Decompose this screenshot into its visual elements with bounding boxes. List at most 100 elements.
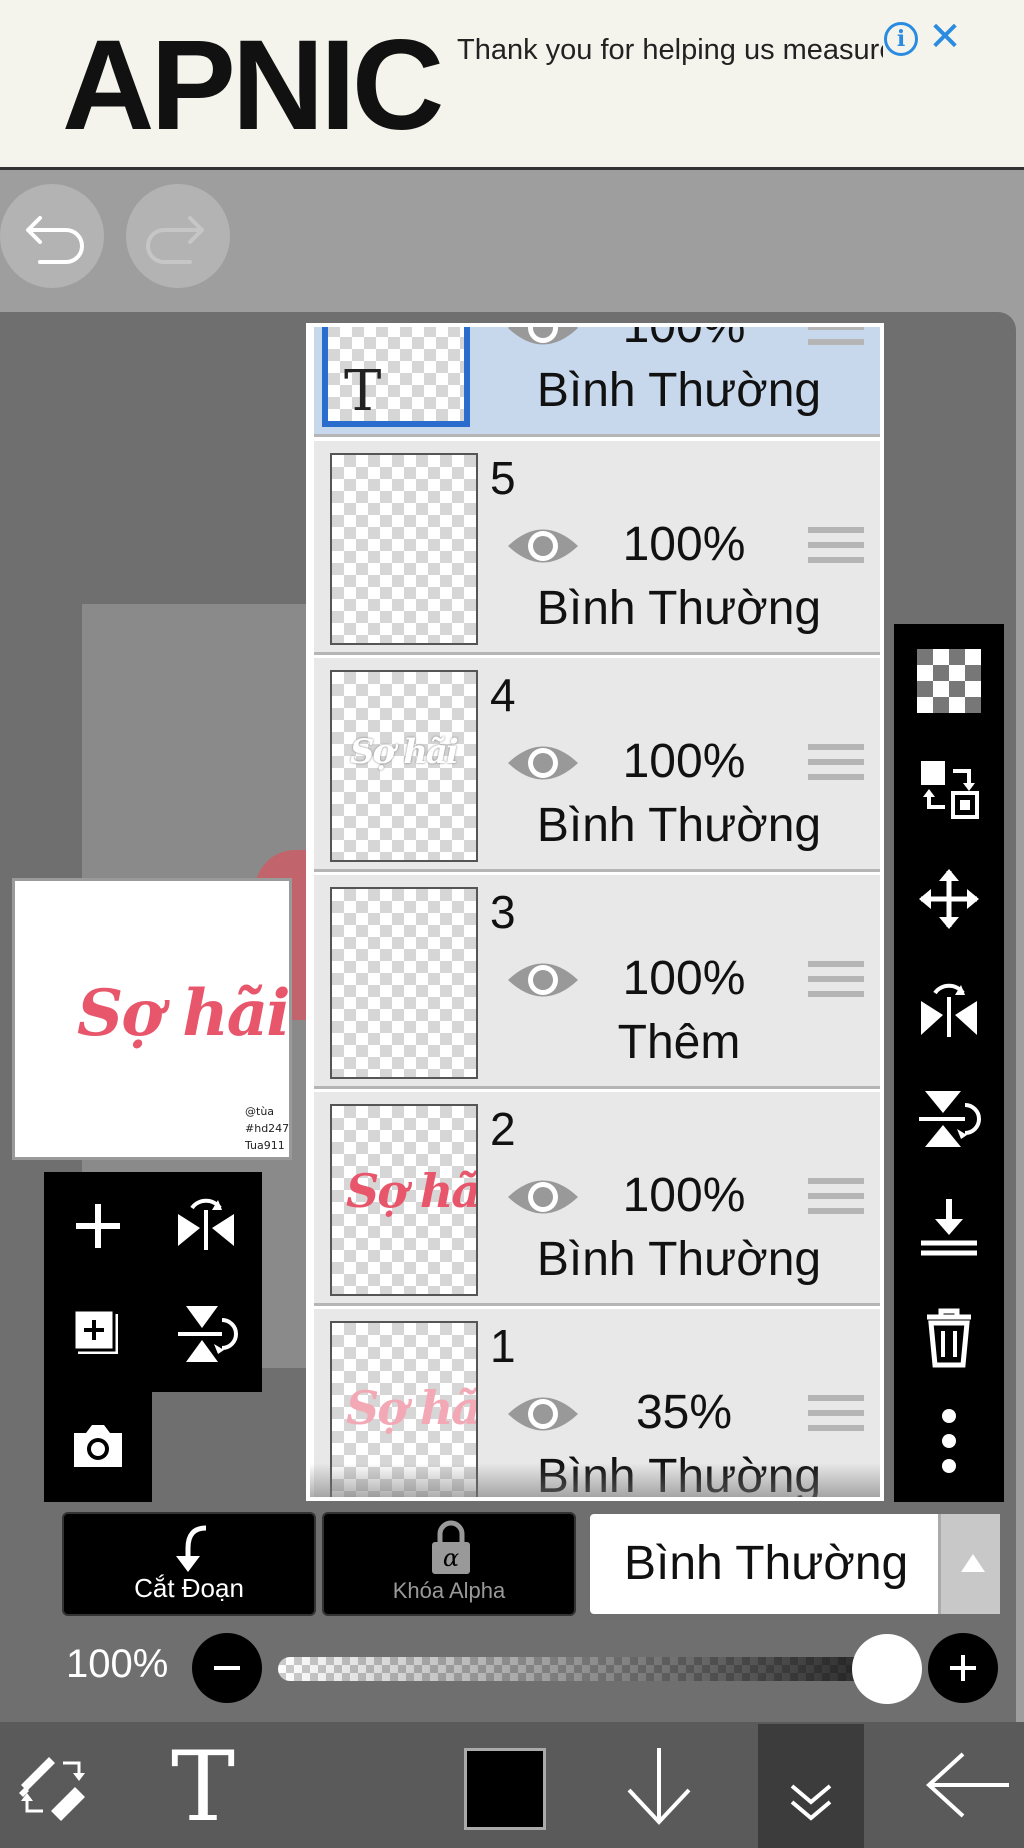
eye-icon[interactable] [504, 955, 582, 1005]
camera-button[interactable] [52, 1400, 144, 1492]
transparency-button[interactable] [912, 644, 986, 718]
redo-icon [146, 216, 204, 264]
layer-thumbnail: Sợ hãi [330, 1104, 478, 1296]
chevron-up-icon[interactable] [938, 1514, 1000, 1614]
layer-blend-mode: Bình Thường [536, 582, 822, 635]
undo-button[interactable] [0, 184, 104, 288]
eye-icon[interactable] [504, 738, 582, 788]
layer-opacity: 100% [622, 735, 746, 788]
plus-icon [950, 1655, 976, 1681]
preview-tag: @tùa [245, 1105, 275, 1118]
layer-row[interactable]: 5 100% Bình Thường [314, 441, 880, 655]
preview-tag: #hd247 [245, 1122, 290, 1135]
info-icon[interactable]: i [884, 22, 918, 56]
opacity-slider[interactable] [278, 1657, 918, 1681]
preview-tag: Tua911 [245, 1139, 285, 1152]
chevron-double-down-icon [790, 1784, 832, 1821]
layer-row[interactable]: T 100% Bình Thường [314, 323, 880, 437]
text-tool-button[interactable]: T [158, 1722, 248, 1848]
checkerboard-icon [917, 649, 981, 713]
layer-thumbnail [330, 453, 478, 645]
add-layer-copy-button[interactable] [52, 1288, 144, 1380]
layer-row[interactable]: Sợ hãi 2 100% Bình Thường [314, 1092, 880, 1306]
layer-opacity: 100% [622, 323, 746, 353]
move-button[interactable] [912, 862, 986, 936]
layers-panel[interactable]: T 100% Bình Thường 5 100% Bình Thường Sợ… [306, 323, 884, 1501]
flip-horizontal-button[interactable] [160, 1180, 252, 1272]
alpha-lock-label: Khóa Alpha [392, 1578, 506, 1603]
blend-mode-select[interactable]: Bình Thường [590, 1514, 1000, 1614]
collapse-button[interactable] [758, 1724, 864, 1848]
drag-handle-icon[interactable] [808, 744, 864, 786]
drag-handle-icon[interactable] [808, 527, 864, 569]
alpha-lock-button[interactable]: α Khóa Alpha [322, 1512, 576, 1616]
redo-button[interactable] [126, 184, 230, 288]
svg-text:T: T [171, 1740, 235, 1830]
text-layer-glyph: T [344, 359, 382, 424]
more-vertical-icon [942, 1409, 956, 1473]
layer-blend-mode: Thêm [617, 1016, 741, 1069]
trash-icon [927, 1308, 971, 1368]
camera-icon [74, 1425, 122, 1467]
thumbnail-artwork: Sợ hãi [346, 1164, 478, 1218]
add-layer-button[interactable] [52, 1180, 144, 1272]
layer-row[interactable]: Sợ hãi 4 100% Bình Thường [314, 658, 880, 872]
color-swatch[interactable] [464, 1748, 546, 1830]
add-layer-copy-icon [72, 1308, 118, 1354]
tool-switch-button[interactable] [8, 1722, 98, 1848]
eye-icon[interactable] [504, 1172, 582, 1222]
flip-horizontal-icon [921, 983, 977, 1037]
preview-tags: @tùa #hd247 Tua911 [245, 1103, 289, 1154]
layer-thumbnail [330, 887, 478, 1079]
flip-vertical-button[interactable] [160, 1288, 252, 1380]
scroll-fade [310, 1463, 880, 1497]
layer-number: 5 [490, 452, 516, 504]
more-options-button[interactable] [912, 1404, 986, 1478]
drag-handle-icon[interactable] [808, 961, 864, 1003]
ad-logo: APNIC [62, 14, 444, 157]
layer-opacity: 100% [622, 518, 746, 571]
layer-row[interactable]: 3 100% Thêm [314, 875, 880, 1089]
delete-layer-button[interactable] [912, 1300, 986, 1374]
opacity-increase-button[interactable] [928, 1633, 998, 1703]
clipping-button[interactable]: Cắt Đoạn [62, 1512, 316, 1616]
thumbnail-artwork: Sợ hãi [346, 1381, 478, 1435]
merge-down-icon [921, 1199, 977, 1256]
ad-banner[interactable]: APNIC Thank you for helping us measure t… [0, 0, 1024, 170]
brush-eraser-icon [19, 1757, 85, 1821]
undo-icon [26, 216, 84, 264]
back-button[interactable] [918, 1722, 1018, 1848]
clipping-label: Cắt Đoạn [134, 1573, 244, 1603]
layer-tools-left [44, 1172, 262, 1392]
layer-tools-left-bottom [44, 1392, 152, 1502]
arrow-down-icon [627, 1748, 691, 1825]
canvas-preview[interactable]: Sợ hãi @tùa #hd247 Tua911 [12, 878, 292, 1160]
layer-opacity: 100% [622, 952, 746, 1005]
eye-icon[interactable] [504, 521, 582, 571]
drag-handle-icon[interactable] [808, 1178, 864, 1220]
swap-layer-button[interactable] [912, 752, 986, 826]
layer-number: 4 [490, 669, 516, 721]
drag-handle-icon[interactable] [808, 327, 864, 351]
opacity-value: 100% [66, 1642, 169, 1686]
layer-number: 2 [490, 1103, 516, 1155]
scroll-down-button[interactable] [614, 1722, 704, 1848]
layer-thumbnail: T [322, 327, 470, 427]
drag-handle-icon[interactable] [808, 1395, 864, 1437]
opacity-decrease-button[interactable] [192, 1633, 262, 1703]
flip-vertical-button-right[interactable] [912, 1082, 986, 1156]
layer-blend-mode: Bình Thường [536, 1233, 822, 1286]
clipping-icon [176, 1525, 207, 1572]
layer-blend-mode: Bình Thường [536, 799, 822, 852]
merge-down-button[interactable] [912, 1190, 986, 1264]
eye-icon[interactable] [504, 1389, 582, 1439]
arrow-left-icon [926, 1752, 1009, 1818]
opacity-slider-handle[interactable] [852, 1634, 922, 1704]
flip-vertical-icon [919, 1091, 981, 1147]
lock-icon: α [432, 1520, 470, 1574]
layer-thumbnail: Sợ hãi [330, 670, 478, 862]
eye-icon[interactable] [504, 323, 582, 353]
flip-horizontal-button-right[interactable] [912, 972, 986, 1046]
close-icon[interactable]: ✕ [924, 16, 966, 58]
minus-icon [214, 1666, 240, 1670]
